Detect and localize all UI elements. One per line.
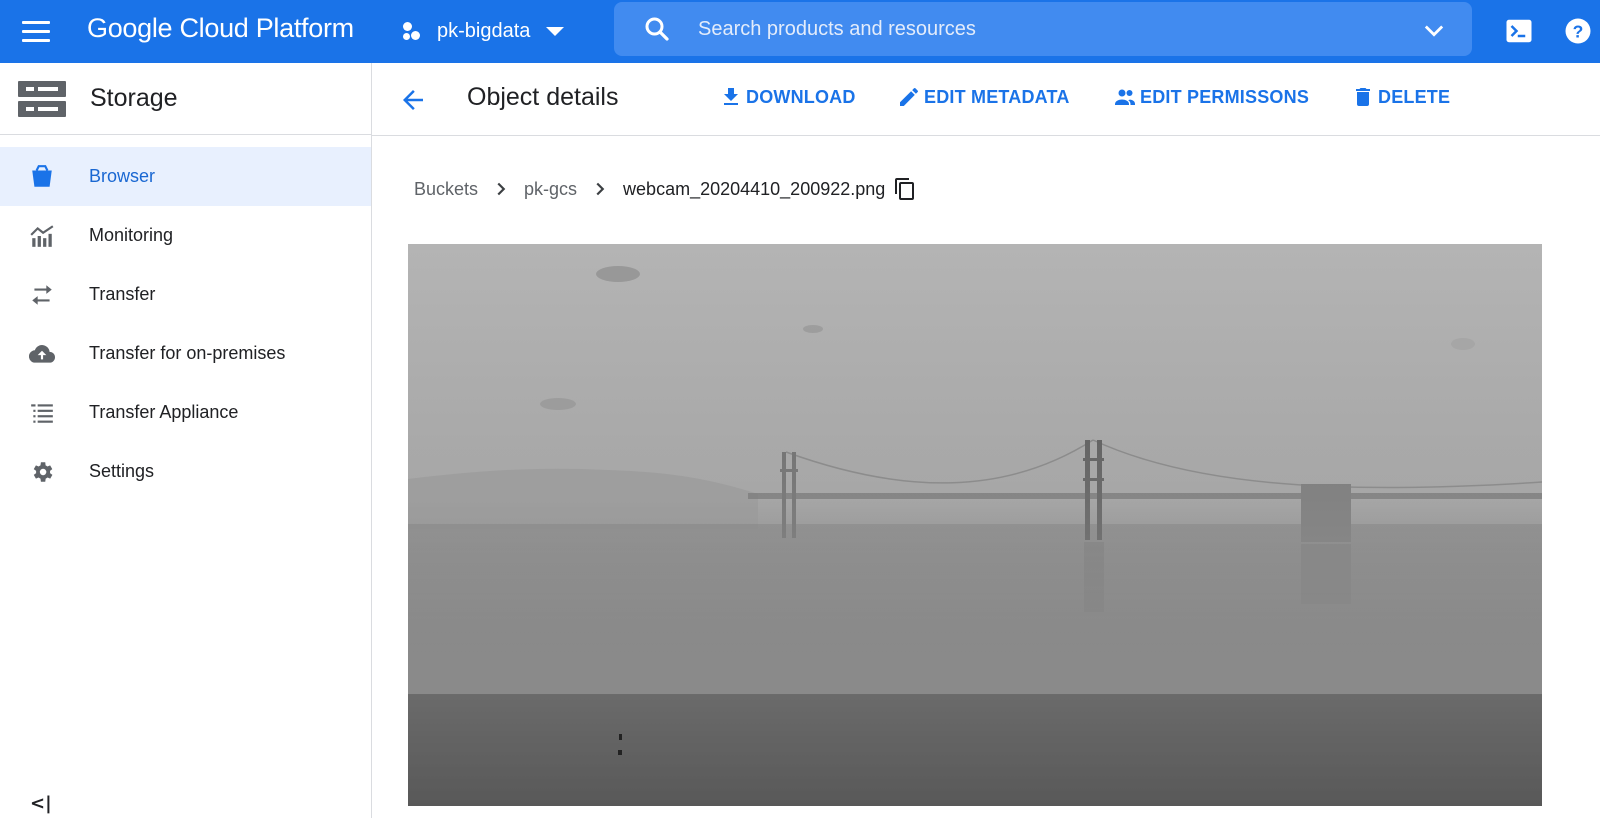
- top-app-bar: Google Cloud Platform pk-bigdata ?: [0, 0, 1600, 63]
- back-arrow-icon[interactable]: [398, 85, 428, 115]
- sidebar-item-label: Browser: [89, 166, 156, 186]
- project-selector[interactable]: pk-bigdata: [403, 14, 565, 48]
- sidebar-item-label: Transfer for on-premises: [89, 343, 286, 363]
- hamburger-menu-icon[interactable]: [22, 16, 60, 46]
- edit-metadata-button[interactable]: EDIT METADATA: [897, 85, 1070, 109]
- bucket-icon: [32, 164, 52, 187]
- gear-icon: [33, 461, 53, 482]
- people-icon: [1115, 89, 1135, 105]
- breadcrumb-bucket[interactable]: pk-gcs: [524, 179, 577, 200]
- breadcrumb-buckets[interactable]: Buckets: [414, 179, 478, 200]
- collapse-sidebar-icon[interactable]: <|: [30, 793, 52, 814]
- object-image-preview: [408, 244, 1542, 806]
- search-input[interactable]: [698, 17, 1398, 41]
- delete-button[interactable]: DELETE: [1351, 85, 1450, 109]
- brand-title[interactable]: Google Cloud Platform: [87, 13, 354, 44]
- page-header: Object details DOWNLOAD EDIT METADATA ED…: [372, 63, 1600, 136]
- main-content: Object details DOWNLOAD EDIT METADATA ED…: [372, 63, 1600, 818]
- storage-icon: [18, 80, 66, 117]
- delete-label: DELETE: [1378, 86, 1451, 107]
- list-icon: [31, 403, 53, 423]
- chevron-down-icon[interactable]: [1420, 16, 1448, 44]
- sidebar-item-label: Transfer: [89, 284, 156, 304]
- sidebar-item-browser[interactable]: Browser: [0, 147, 371, 206]
- trash-icon: [1356, 88, 1370, 106]
- sidebar-item-label: Monitoring: [89, 225, 174, 245]
- sidebar-item-label: Transfer Appliance: [89, 402, 239, 422]
- sidebar-item-settings[interactable]: Settings: [0, 442, 371, 501]
- download-icon: [724, 88, 738, 105]
- cloud-shell-icon[interactable]: [1504, 16, 1534, 46]
- sidebar-item-transfer-appliance[interactable]: Transfer Appliance: [0, 383, 371, 442]
- download-button[interactable]: DOWNLOAD: [719, 85, 856, 109]
- sidebar-item-monitoring[interactable]: Monitoring: [0, 206, 371, 265]
- caret-down-icon: [546, 26, 565, 36]
- breadcrumb: Buckets pk-gcs webcam_20204410_200922.pn…: [414, 177, 917, 201]
- sidebar-item-transfer-on-premises[interactable]: Transfer for on-premises: [0, 324, 371, 383]
- sidebar-title: Storage: [90, 84, 178, 112]
- project-name: pk-bigdata: [437, 19, 531, 42]
- pencil-icon: [900, 88, 918, 106]
- swap-arrows-icon: [32, 284, 52, 305]
- edit-permissions-label: EDIT PERMISSONS: [1140, 86, 1310, 107]
- search-bar[interactable]: [614, 2, 1472, 56]
- svg-text:?: ?: [1573, 21, 1584, 41]
- chevron-right-icon: [497, 182, 506, 196]
- download-label: DOWNLOAD: [746, 86, 856, 107]
- monitoring-chart-icon: [30, 224, 54, 247]
- breadcrumb-object: webcam_20204410_200922.png: [623, 178, 886, 199]
- sidebar-item-transfer[interactable]: Transfer: [0, 265, 371, 324]
- sidebar: Storage Browser Monitoring Transfer Tran…: [0, 63, 372, 818]
- search-icon: [645, 17, 669, 41]
- copy-icon[interactable]: [893, 177, 917, 201]
- project-hex-icon: [403, 19, 427, 43]
- sidebar-nav: Browser Monitoring Transfer Transfer for…: [0, 147, 371, 501]
- edit-permissions-button[interactable]: EDIT PERMISSONS: [1113, 85, 1309, 109]
- chevron-right-icon: [596, 182, 605, 196]
- sidebar-header: Storage: [0, 63, 371, 135]
- page-title: Object details: [467, 83, 619, 111]
- edit-metadata-label: EDIT METADATA: [924, 86, 1070, 107]
- cloud-upload-icon: [29, 344, 55, 363]
- sidebar-item-label: Settings: [89, 461, 155, 481]
- help-icon[interactable]: ?: [1563, 16, 1593, 46]
